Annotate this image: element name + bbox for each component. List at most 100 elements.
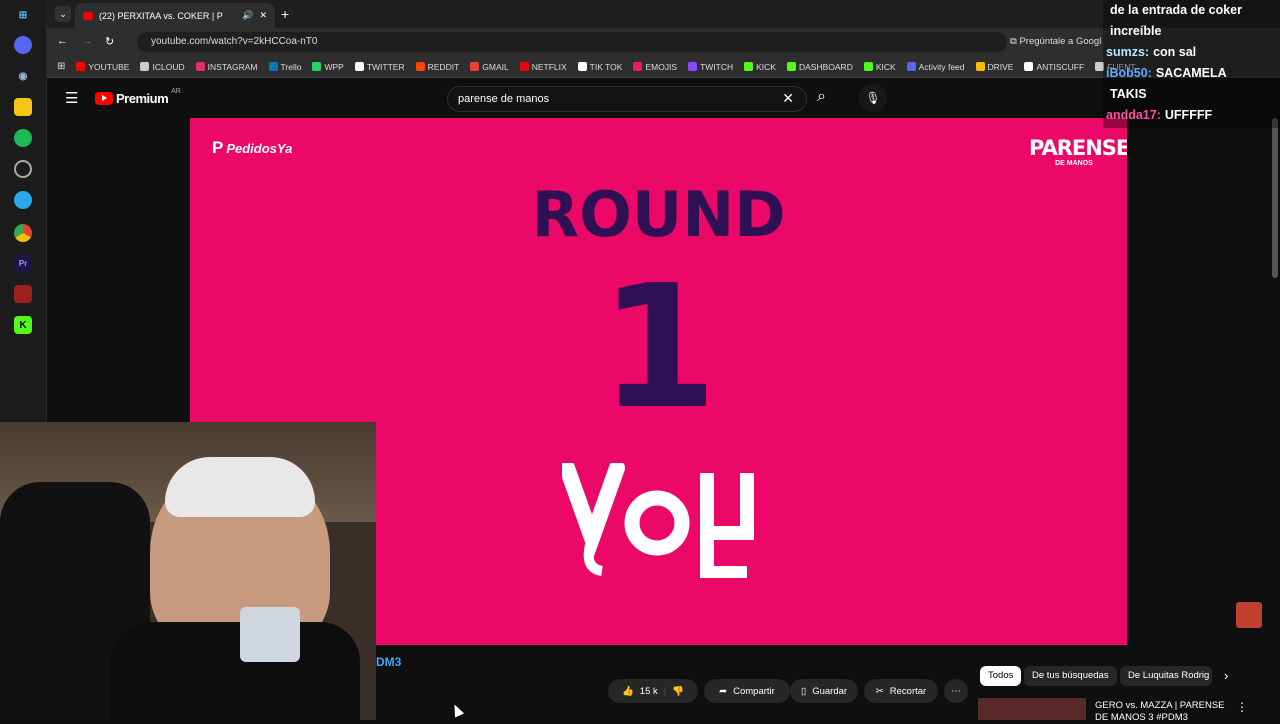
bookmark-item[interactable]: TWITTER <box>354 61 405 72</box>
bookmark-favicon-icon <box>863 62 873 71</box>
bookmark-label: TWITTER <box>366 61 405 72</box>
bookmark-favicon-icon <box>354 62 364 71</box>
forward-icon[interactable]: → <box>82 35 93 47</box>
menu-icon[interactable]: ☰ <box>65 89 78 107</box>
active-tab[interactable]: (22) PERXITAA vs. COKER | P 🔊 ✕ <box>75 3 275 28</box>
bookmark-item[interactable]: Trello <box>268 61 302 72</box>
pedidosya-icon: P <box>212 138 224 157</box>
event-logo-subtext: DE MANOS <box>1055 160 1093 167</box>
youtube-favicon-icon <box>83 11 93 20</box>
bookmark-item[interactable]: REDDIT <box>415 62 459 72</box>
bookmark-label: TWITCH <box>700 61 734 72</box>
chat-username: iBob50: <box>1106 66 1152 80</box>
clip-button[interactable]: ✂ Recortar <box>864 679 938 703</box>
file-explorer-icon[interactable] <box>14 98 32 116</box>
chip-from-channel[interactable]: De Luquitas Rodrig <box>1120 666 1212 686</box>
speaker-icon[interactable]: 🔊 <box>242 10 253 21</box>
bookmark-favicon-icon <box>975 62 985 71</box>
bookmark-favicon-icon <box>195 62 205 71</box>
bookmark-favicon-icon <box>268 62 278 71</box>
bookmark-favicon-icon <box>688 62 698 71</box>
bookmark-label: Trello <box>280 61 302 72</box>
chip-all[interactable]: Todos <box>980 666 1022 686</box>
chat-message: de la entrada de coker <box>1106 0 1280 21</box>
windows-start-icon[interactable]: ⊞ <box>14 6 32 24</box>
youtube-play-logo-icon <box>95 92 113 105</box>
stream-chat-overlay: de la entrada de coker increíble sumzs: con… <box>1103 0 1280 128</box>
bookmark-item[interactable]: INSTAGRAM <box>195 61 258 72</box>
apps-grid-icon[interactable]: ⊞ <box>57 61 65 72</box>
bookmark-item[interactable]: WPP <box>312 61 344 72</box>
sponsor-logo: P PedidosYa <box>212 138 292 158</box>
bookmark-item[interactable]: DRIVE <box>975 62 1013 72</box>
more-actions-button[interactable]: ⋯ <box>944 679 968 703</box>
chat-message: iBob50: SACAMELA <box>1106 63 1280 84</box>
bookmark-item[interactable]: EMOJIS <box>633 62 677 72</box>
chat-text: UFFFFF <box>1164 108 1213 122</box>
bookmark-favicon-icon <box>1024 62 1034 71</box>
bookmark-item[interactable]: YOUTUBE <box>76 62 129 72</box>
chat-text: SACAMELA <box>1155 66 1227 80</box>
bookmark-item[interactable]: GMAIL <box>470 62 509 72</box>
clear-search-icon[interactable]: ✕ <box>782 90 794 107</box>
obs-icon[interactable] <box>14 160 32 178</box>
share-button[interactable]: ➦ Compartir <box>704 679 790 703</box>
back-icon[interactable]: ← <box>57 35 68 47</box>
recommended-title-line2: DE MANOS 3 #PDM3 <box>1095 712 1188 723</box>
premium-label: Premium <box>116 91 169 106</box>
page-scrollbar[interactable] <box>1272 118 1278 278</box>
chat-text: increíble <box>1110 24 1162 38</box>
telegram-icon[interactable] <box>14 191 32 209</box>
avatar[interactable] <box>1236 602 1262 628</box>
chip-from-searches[interactable]: De tus búsquedas <box>1024 666 1117 686</box>
youtube-logo[interactable]: Premium AR <box>95 88 181 106</box>
scissors-icon: ✂ <box>875 685 884 697</box>
url-bar[interactable]: youtube.com/watch?v=2kHCCoa-nT0 <box>137 32 1007 52</box>
bookmark-item[interactable]: DASHBOARD <box>786 62 853 72</box>
microphone-icon[interactable]: 🎙 <box>859 84 887 112</box>
bookmark-item[interactable]: NETFLIX <box>519 62 567 72</box>
dislike-icon[interactable]: 👎 <box>672 686 684 697</box>
like-icon[interactable]: 👍 <box>622 686 634 697</box>
like-count[interactable]: 15 k <box>640 686 658 697</box>
chevron-right-icon[interactable]: › <box>1224 668 1228 683</box>
recommended-more-icon[interactable]: ⋮ <box>1236 700 1248 714</box>
bookmark-item[interactable]: ANTISCUFF <box>1024 62 1084 72</box>
bookmark-item[interactable]: TIK TOK <box>577 62 622 72</box>
search-input[interactable]: parense de manos ✕ <box>447 86 807 112</box>
bookmark-favicon-icon <box>470 62 480 71</box>
voicemeeter-icon[interactable] <box>14 285 32 303</box>
close-tab-icon[interactable]: ✕ <box>259 10 267 21</box>
webcam-overlay <box>0 422 376 720</box>
chrome-icon[interactable] <box>14 224 32 242</box>
reload-icon[interactable]: ↻ <box>105 35 114 48</box>
ask-google-button[interactable]: ⧉ Pregúntale a Googl <box>1010 36 1101 47</box>
chat-username: andda17: <box>1106 108 1161 122</box>
bookmark-label: WPP <box>324 61 344 72</box>
bookmark-label: ICLOUD <box>152 61 185 72</box>
bookmark-item[interactable]: ICLOUD <box>140 61 185 72</box>
steam-icon[interactable]: ◉ <box>14 67 32 85</box>
bookmark-item[interactable]: TWITCH <box>688 62 733 72</box>
kick-icon[interactable]: K <box>14 316 32 334</box>
recommended-thumbnail[interactable] <box>978 698 1086 720</box>
premiere-icon[interactable]: Pr <box>14 254 32 272</box>
bookmark-label: INSTAGRAM <box>207 61 258 72</box>
title-fragment[interactable]: DM3 <box>376 655 401 669</box>
tab-search-icon[interactable]: ⌄ <box>55 6 71 22</box>
new-tab-icon[interactable]: + <box>281 6 289 22</box>
share-icon: ➦ <box>719 685 728 697</box>
bookmark-item[interactable]: KICK <box>863 62 896 72</box>
recommended-title[interactable]: GERO vs. MAZZA | PARENSE DE MANOS 3 #PDM… <box>1095 700 1225 724</box>
bookmark-favicon-icon <box>519 62 529 71</box>
search-value: parense de manos <box>458 93 550 105</box>
bookmark-item[interactable]: Activity feed <box>906 62 965 72</box>
bookmark-item[interactable]: KICK <box>744 62 776 72</box>
search-icon[interactable]: ⌕ <box>817 88 826 106</box>
spotify-icon[interactable] <box>14 129 32 147</box>
save-button[interactable]: ▯ Guardar <box>790 679 858 703</box>
discord-icon[interactable] <box>14 36 32 54</box>
address-toolbar: ← → ↻ youtube.com/watch?v=2kHCCoa-nT0 ⧉ … <box>47 28 1280 56</box>
chat-text: con sal <box>1153 45 1197 59</box>
bookmark-label: YOUTUBE <box>88 61 130 72</box>
